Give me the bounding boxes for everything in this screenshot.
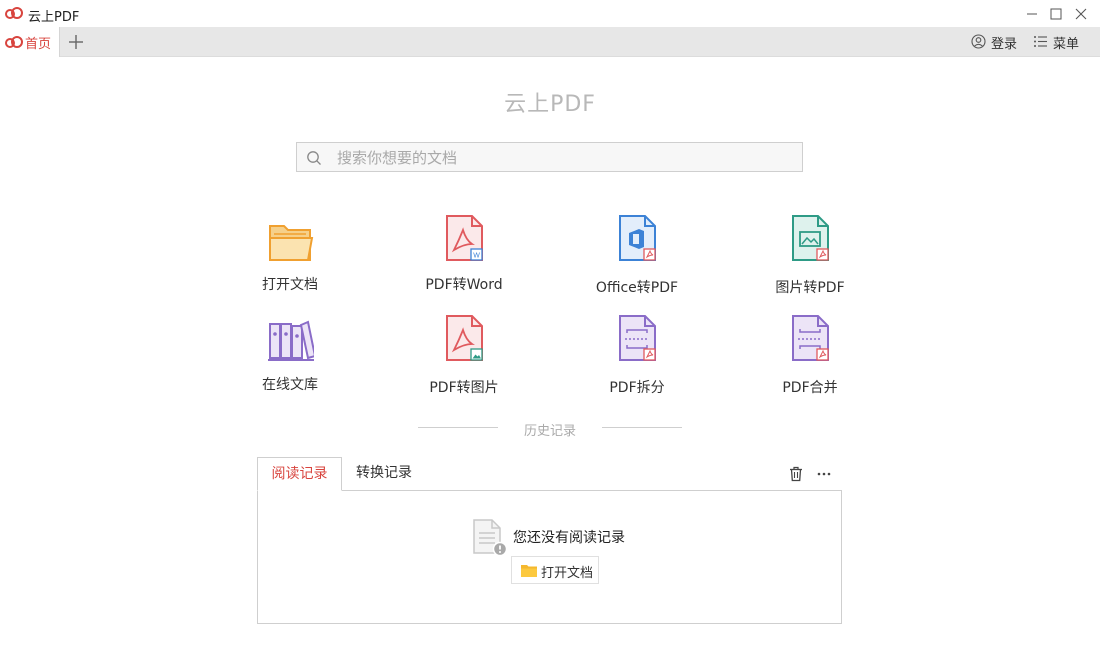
pdf-to-image-icon: [446, 315, 483, 361]
login-button[interactable]: 登录: [971, 32, 1021, 52]
tool-online-library[interactable]: 在线文库: [215, 312, 365, 402]
tool-label: PDF合并: [782, 380, 838, 396]
tool-label: PDF转Word: [425, 277, 503, 293]
title-bar: 云上PDF: [0, 0, 1100, 27]
folder-icon: [521, 565, 537, 577]
tool-image-to-pdf[interactable]: 图片转PDF: [735, 210, 885, 300]
menu-label: 菜单: [1053, 37, 1080, 52]
search-icon: [307, 151, 321, 165]
tool-label: 打开文档: [262, 277, 318, 293]
window-title: 云上PDF: [28, 10, 80, 25]
office-to-pdf-icon: [619, 215, 656, 261]
tool-label: PDF转图片: [429, 380, 499, 396]
tab-reading-history[interactable]: 阅读记录: [257, 457, 342, 491]
menu-button[interactable]: 菜单: [1033, 32, 1083, 52]
tool-office-to-pdf[interactable]: Office转PDF: [562, 210, 712, 300]
open-document-button[interactable]: 打开文档: [511, 556, 599, 584]
pdf-merge-icon: [792, 315, 829, 361]
search-box[interactable]: [296, 142, 803, 172]
pdf-to-word-icon: W: [446, 215, 483, 261]
cloud-logo-icon: [5, 36, 23, 48]
svg-text:W: W: [473, 253, 480, 260]
tool-pdf-to-image[interactable]: PDF转图片: [389, 312, 539, 402]
more-options-icon[interactable]: [815, 465, 833, 483]
close-icon[interactable]: [1071, 4, 1091, 24]
app-name-heading: 云上PDF: [504, 92, 596, 117]
tool-label: Office转PDF: [595, 280, 679, 296]
pdf-split-icon: [619, 315, 656, 361]
tab-home-label: 首页: [25, 37, 52, 52]
empty-document-icon: [473, 519, 508, 557]
login-label: 登录: [991, 37, 1018, 52]
tool-pdf-split[interactable]: PDF拆分: [562, 312, 712, 402]
plus-icon[interactable]: [66, 32, 86, 52]
library-books-icon: [268, 320, 314, 361]
history-title: 历史记录: [523, 424, 576, 439]
image-to-pdf-icon: [792, 215, 829, 261]
tool-label: 在线文库: [262, 377, 318, 393]
divider-right: [602, 427, 682, 428]
tool-pdf-merge[interactable]: PDF合并: [735, 312, 885, 402]
minimize-icon[interactable]: [1022, 4, 1042, 24]
tab-home[interactable]: 首页: [0, 27, 60, 57]
tool-pdf-to-word[interactable]: W PDF转Word: [389, 210, 539, 300]
open-document-label: 打开文档: [541, 566, 594, 581]
tab-bar: 首页 登录 菜单: [0, 27, 1100, 57]
user-circle-icon: [971, 34, 986, 49]
trash-icon[interactable]: [787, 465, 805, 483]
tab-conversion-history[interactable]: 转换记录: [342, 457, 426, 491]
tool-label: 图片转PDF: [775, 280, 845, 296]
list-menu-icon: [1034, 36, 1047, 47]
cloud-logo-icon: [5, 7, 23, 19]
search-input[interactable]: [335, 146, 789, 170]
folder-icon: [269, 225, 314, 261]
maximize-icon[interactable]: [1046, 4, 1066, 24]
tool-label: PDF拆分: [609, 380, 665, 396]
empty-state-text: 您还没有阅读记录: [513, 530, 625, 546]
history-panel: 您还没有阅读记录 打开文档: [257, 490, 842, 624]
history-tabs: 阅读记录 转换记录: [257, 457, 842, 491]
tool-open-document[interactable]: 打开文档: [215, 210, 365, 300]
